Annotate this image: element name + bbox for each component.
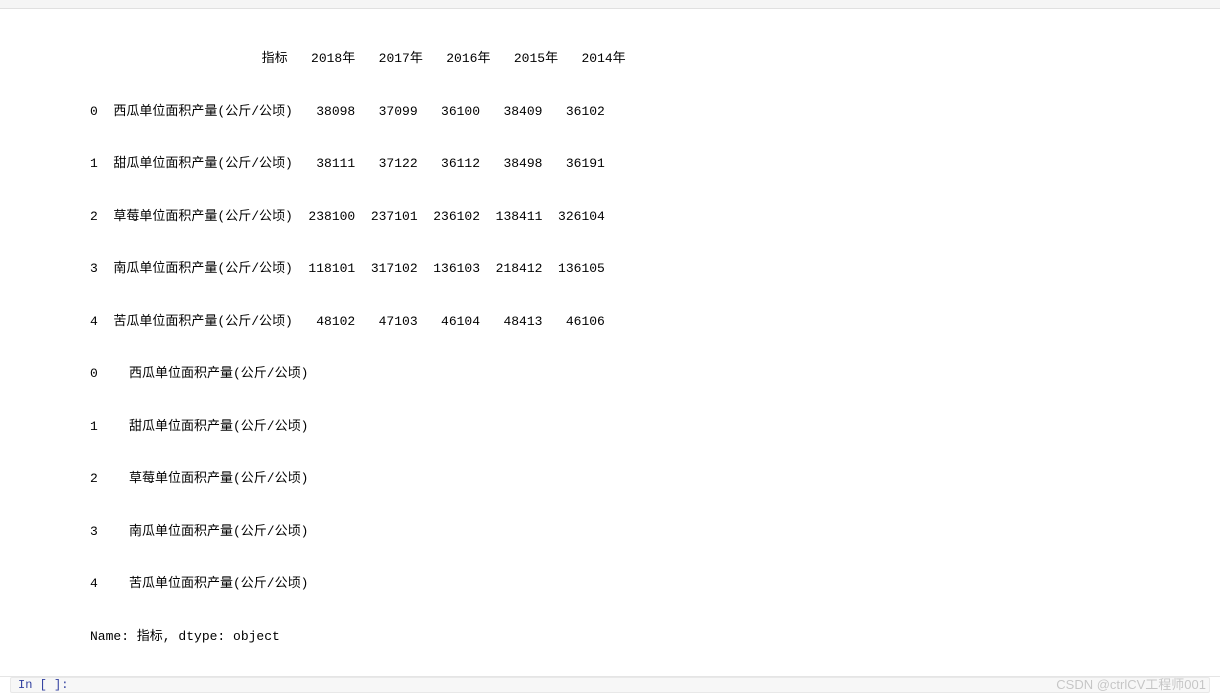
series-row: 0 西瓜单位面积产量(公斤/公顷): [90, 365, 1220, 383]
notebook-toolbar-edge: [0, 0, 1220, 9]
series-row: 1 甜瓜单位面积产量(公斤/公顷): [90, 418, 1220, 436]
series-footer: Name: 指标, dtype: object: [90, 628, 1220, 646]
empty-code-cell[interactable]: [10, 677, 1210, 693]
df-row: 3 南瓜单位面积产量(公斤/公顷) 118101 317102 136103 2…: [90, 260, 1220, 278]
df-row: 2 草莓单位面积产量(公斤/公顷) 238100 237101 236102 1…: [90, 208, 1220, 226]
df-row: 0 西瓜单位面积产量(公斤/公顷) 38098 37099 36100 3840…: [90, 103, 1220, 121]
cell-prompt: In [ ]:: [18, 678, 68, 692]
watermark: CSDN @ctrlCV工程师001: [1056, 674, 1206, 693]
series-row: 3 南瓜单位面积产量(公斤/公顷): [90, 523, 1220, 541]
series-row: 2 草莓单位面积产量(公斤/公顷): [90, 470, 1220, 488]
df-row: 1 甜瓜单位面积产量(公斤/公顷) 38111 37122 36112 3849…: [90, 155, 1220, 173]
series-row: 4 苦瓜单位面积产量(公斤/公顷): [90, 575, 1220, 593]
cell-output: 指标 2018年 2017年 2016年 2015年 2014年 0 西瓜单位面…: [0, 9, 1220, 695]
df-header: 指标 2018年 2017年 2016年 2015年 2014年: [90, 50, 1220, 68]
df-row: 4 苦瓜单位面积产量(公斤/公顷) 48102 47103 46104 4841…: [90, 313, 1220, 331]
dataframe-print: 指标 2018年 2017年 2016年 2015年 2014年 0 西瓜单位面…: [90, 15, 1220, 695]
